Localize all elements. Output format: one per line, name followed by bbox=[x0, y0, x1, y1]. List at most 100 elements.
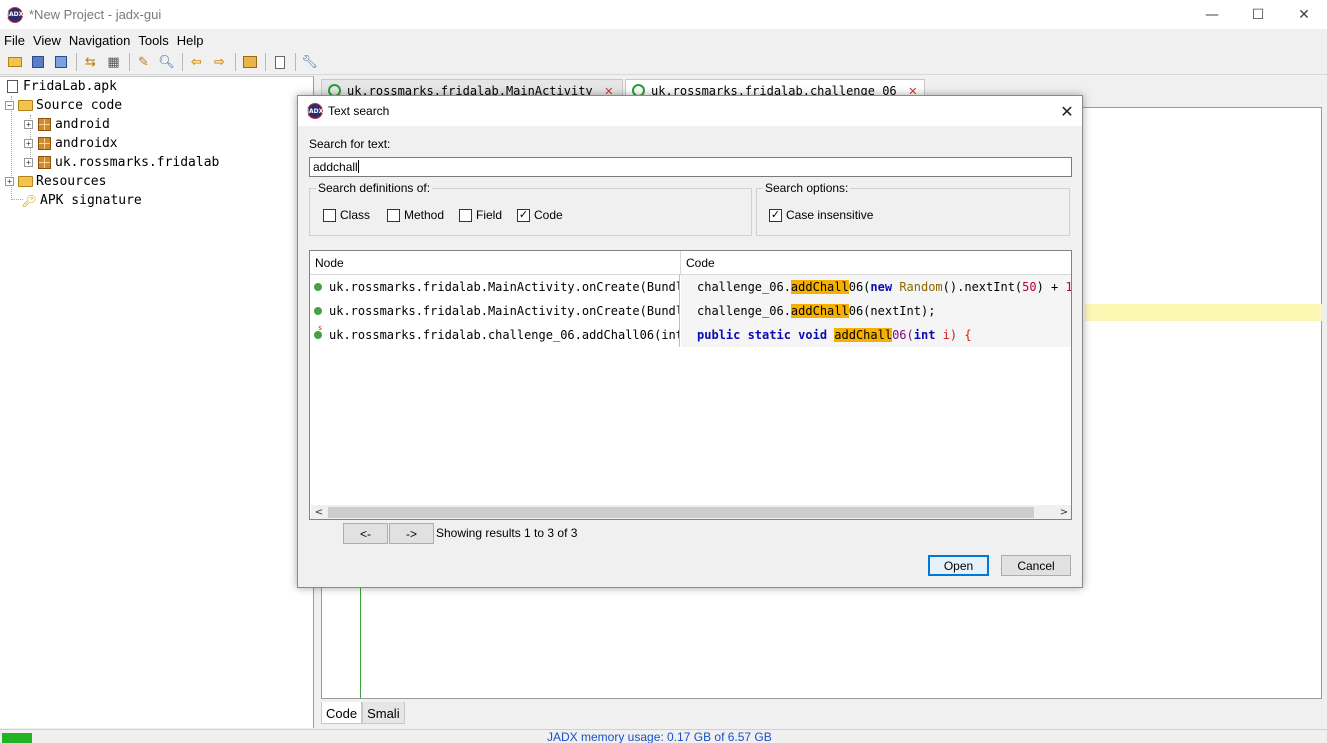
results-table[interactable]: Node Code uk.rossmarks.fridalab.MainActi… bbox=[309, 250, 1072, 520]
column-header-code[interactable]: Code bbox=[681, 251, 715, 275]
dialog-title-bar: JADX Text search ✕ bbox=[298, 96, 1082, 126]
forward-arrow-icon[interactable]: ⇨ bbox=[209, 52, 230, 73]
table-row[interactable]: uk.rossmarks.fridalab.challenge_06.addCh… bbox=[310, 323, 1071, 347]
checkbox-case-insensitive[interactable]: ✓ Case insensitive bbox=[769, 208, 873, 222]
scroll-right-icon[interactable]: > bbox=[1056, 505, 1071, 519]
table-row[interactable]: uk.rossmarks.fridalab.MainActivity.onCre… bbox=[310, 299, 1071, 323]
column-header-node[interactable]: Node bbox=[310, 251, 344, 275]
minimize-button[interactable]: — bbox=[1189, 0, 1235, 29]
result-code-cell: challenge_06. addChall 06(nextInt); bbox=[681, 299, 1071, 323]
result-node-cell: uk.rossmarks.fridalab.MainActivity.onCre… bbox=[310, 299, 680, 323]
expand-toggle-icon[interactable]: + bbox=[5, 177, 14, 186]
options-title: Search options: bbox=[763, 181, 851, 195]
menu-navigation[interactable]: Navigation bbox=[65, 33, 134, 48]
checkbox-label: Field bbox=[476, 208, 503, 222]
scroll-left-icon[interactable]: < bbox=[311, 505, 327, 519]
horizontal-scrollbar[interactable]: < > bbox=[311, 505, 1071, 519]
tree-item-source-code[interactable]: − Source code bbox=[5, 96, 122, 115]
result-node-text: uk.rossmarks.fridalab.MainActivity.onCre… bbox=[329, 304, 680, 318]
tree-item-label: android bbox=[55, 117, 110, 132]
checkbox-label: Code bbox=[534, 208, 563, 222]
back-arrow-icon[interactable]: ⇦ bbox=[186, 52, 207, 73]
tree-item-apk-signature[interactable]: 🔑︎ APK signature bbox=[21, 191, 142, 210]
code-token: 06( bbox=[848, 280, 871, 294]
maximize-button[interactable]: ☐ bbox=[1235, 0, 1281, 29]
check-mark-icon: ✓ bbox=[769, 208, 782, 222]
dialog-close-icon[interactable]: ✕ bbox=[1052, 96, 1082, 126]
expand-toggle-icon[interactable]: + bbox=[24, 139, 33, 148]
code-smali-tabs: Code Smali bbox=[321, 702, 405, 724]
search-input[interactable]: addchall bbox=[309, 157, 1072, 177]
menu-view[interactable]: View bbox=[29, 33, 65, 48]
code-token: int bbox=[913, 328, 936, 342]
tree-item-apk[interactable]: FridaLab.apk bbox=[4, 77, 117, 96]
checkbox-label: Method bbox=[404, 208, 445, 222]
tree-item-package-androidx[interactable]: + androidx bbox=[24, 134, 118, 153]
checkbox-code[interactable]: ✓ Code bbox=[517, 208, 563, 222]
tab-smali[interactable]: Smali bbox=[362, 702, 405, 724]
checkbox-class[interactable]: Class bbox=[323, 208, 370, 222]
checkbox-field[interactable]: Field bbox=[459, 208, 502, 222]
code-token: i) { bbox=[935, 328, 972, 342]
code-token: challenge_06. bbox=[697, 304, 791, 318]
open-button[interactable]: Open bbox=[928, 555, 989, 576]
jadx-logo-icon: JADX bbox=[307, 103, 323, 119]
tree-item-resources[interactable]: + Resources bbox=[5, 172, 106, 191]
class-search-icon[interactable]: 🔍︎ bbox=[156, 52, 177, 73]
definitions-group: Search definitions of: Class Method Fiel… bbox=[309, 181, 752, 236]
expand-toggle-icon[interactable]: + bbox=[24, 158, 33, 167]
results-count-text: Showing results 1 to 3 of 3 bbox=[436, 526, 578, 540]
project-tree: FridaLab.apk − Source code + android + a… bbox=[0, 76, 314, 728]
next-results-button[interactable]: -> bbox=[389, 523, 434, 544]
collapse-toggle-icon[interactable]: − bbox=[5, 101, 14, 110]
tree-item-label: Resources bbox=[36, 174, 107, 189]
code-token: ().nextInt( bbox=[942, 280, 1023, 294]
save-all-icon[interactable] bbox=[27, 52, 48, 73]
scrollbar-thumb[interactable] bbox=[328, 507, 1034, 518]
tree-item-label: APK signature bbox=[40, 193, 142, 208]
open-file-icon[interactable] bbox=[4, 52, 25, 73]
text-search-icon[interactable]: ✎ bbox=[133, 52, 154, 73]
package-icon bbox=[36, 155, 52, 171]
code-token: 1 bbox=[1066, 280, 1071, 294]
close-window-button[interactable]: ✕ bbox=[1281, 0, 1327, 29]
decompile-all-icon[interactable] bbox=[239, 52, 260, 73]
toolbar-separator bbox=[182, 53, 183, 71]
checkbox-box bbox=[387, 208, 400, 222]
log-viewer-icon[interactable] bbox=[269, 52, 290, 73]
export-icon[interactable] bbox=[50, 52, 71, 73]
title-bar: JADX *New Project - jadx-gui — ☐ ✕ bbox=[0, 0, 1327, 29]
code-token: challenge_06. bbox=[697, 280, 791, 294]
toolbar-separator bbox=[129, 53, 130, 71]
preferences-wrench-icon[interactable]: 🔧︎ bbox=[299, 52, 320, 73]
tree-item-package-fridalab[interactable]: + uk.rossmarks.fridalab bbox=[24, 153, 219, 172]
toolbar-separator bbox=[76, 53, 77, 71]
memory-usage-text: JADX memory usage: 0.17 GB of 6.57 GB bbox=[547, 730, 772, 743]
checkbox-label: Case insensitive bbox=[786, 208, 874, 222]
expand-toggle-icon[interactable]: + bbox=[24, 120, 33, 129]
previous-results-button[interactable]: <- bbox=[343, 523, 388, 544]
code-token: ) + bbox=[1036, 280, 1066, 294]
sync-tree-icon[interactable]: ⇆ bbox=[80, 52, 101, 73]
search-match-highlight: addChall bbox=[790, 304, 849, 318]
flatten-packages-icon[interactable]: ▦ bbox=[103, 52, 124, 73]
menu-help[interactable]: Help bbox=[173, 33, 208, 48]
cancel-button[interactable]: Cancel bbox=[1001, 555, 1071, 576]
tab-code[interactable]: Code bbox=[321, 702, 363, 724]
jadx-logo-icon: JADX bbox=[7, 6, 23, 23]
code-token: 06( bbox=[892, 328, 914, 342]
menu-tools[interactable]: Tools bbox=[134, 33, 172, 48]
menu-file[interactable]: File bbox=[0, 33, 29, 48]
menu-bar: File View Navigation Tools Help bbox=[0, 30, 1327, 50]
current-line-highlight bbox=[1085, 304, 1322, 321]
search-label: Search for text: bbox=[309, 137, 391, 151]
result-node-text: uk.rossmarks.fridalab.MainActivity.onCre… bbox=[329, 280, 680, 294]
tree-item-package-android[interactable]: + android bbox=[24, 115, 110, 134]
folder-open-icon bbox=[17, 98, 33, 114]
table-row[interactable]: uk.rossmarks.fridalab.MainActivity.onCre… bbox=[310, 275, 1071, 299]
package-icon bbox=[36, 117, 52, 133]
search-match-highlight: addChall bbox=[834, 328, 893, 342]
method-icon bbox=[314, 307, 322, 315]
checkbox-method[interactable]: Method bbox=[387, 208, 444, 222]
text-search-dialog: JADX Text search ✕ Search for text: addc… bbox=[297, 95, 1083, 588]
